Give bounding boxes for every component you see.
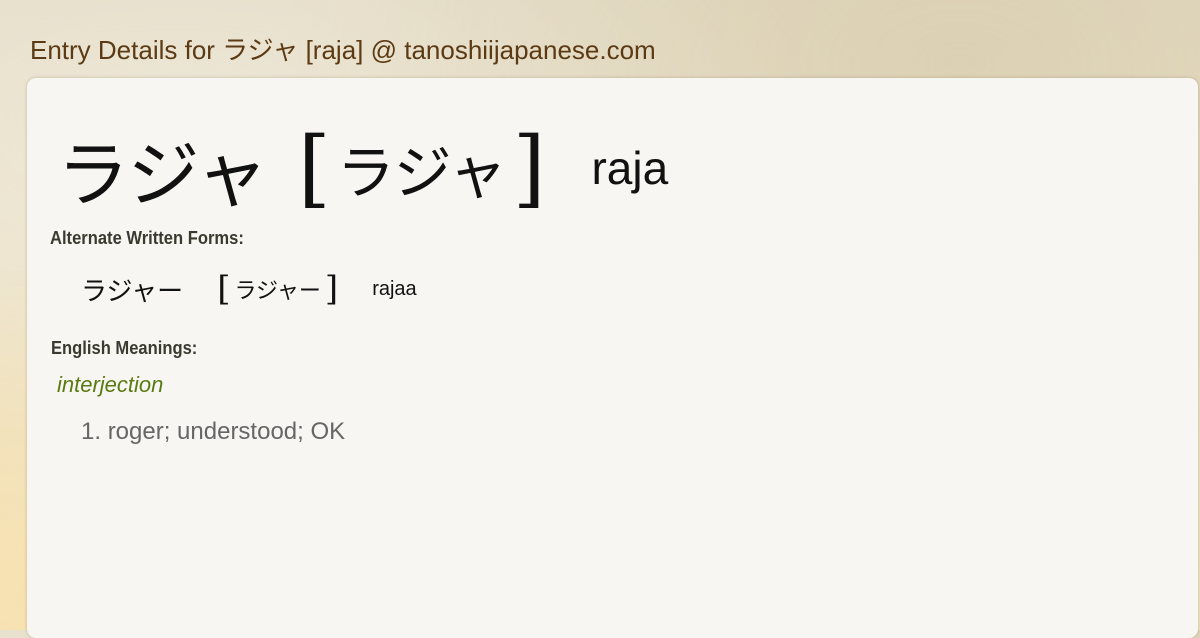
alternate-bracket-open: [ [217, 269, 231, 309]
meaning-item: 1. roger; understood; OK [81, 418, 345, 446]
alternate-forms-label: Alternate Written Forms: [50, 228, 244, 248]
part-of-speech: interjection [57, 372, 164, 397]
meaning-number: 1. [81, 418, 102, 445]
alternate-form-item: ラジャー [ ラジャー ] rajaa [81, 268, 417, 310]
entry-card: ラジャ [ ラジャ ] raja Alternate Written Forms… [27, 78, 1198, 638]
headword: ラジャ [ ラジャ ] raja [57, 118, 668, 218]
headword-kana: ラジャ [57, 132, 268, 217]
headword-romaji: raja [591, 142, 669, 194]
meaning-text: roger; understood; OK [107, 418, 346, 445]
alternate-form-kana: ラジャー [81, 276, 184, 307]
reading-bracket-open: [ [297, 119, 331, 217]
english-meanings-label: English Meanings: [51, 338, 198, 358]
page-title: Entry Details for ラジャ [raja] @ tanoshiij… [30, 35, 656, 65]
headword-reading: ラジャ [336, 139, 507, 207]
reading-bracket-close: ] [512, 119, 546, 217]
alternate-form-romaji: rajaa [372, 277, 417, 300]
alternate-form-reading: ラジャー [234, 279, 321, 304]
alternate-bracket-close: ] [324, 269, 339, 309]
